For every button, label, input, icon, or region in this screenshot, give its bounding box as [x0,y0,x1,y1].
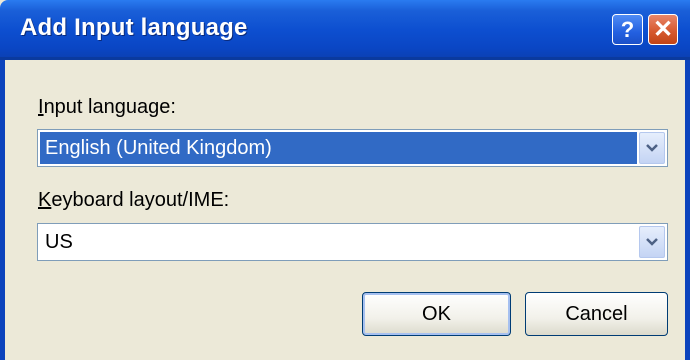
help-button[interactable]: ? [612,14,643,45]
add-input-language-dialog: Add Input language ? ✕ Input language: E… [0,0,690,360]
input-language-value: English (United Kingdom) [40,132,637,164]
input-language-label-text: nput language: [43,96,176,118]
help-icon: ? [620,16,635,42]
dialog-title: Add Input language [20,14,248,41]
close-icon: ✕ [652,16,674,43]
keyboard-layout-combobox[interactable]: US [37,223,668,261]
cancel-button[interactable]: Cancel [525,292,668,336]
keyboard-layout-label: Keyboard layout/IME: [38,189,230,211]
keyboard-layout-value: US [45,230,73,253]
title-bar[interactable]: Add Input language ? ✕ [0,0,690,60]
keyboard-layout-label-text: eyboard layout/IME: [51,189,230,211]
chevron-down-icon [646,144,658,152]
input-language-combobox[interactable]: English (United Kingdom) [37,129,668,167]
close-button[interactable]: ✕ [648,14,678,45]
keyboard-layout-dropdown-button[interactable] [639,226,665,258]
input-language-label: Input language: [38,96,176,118]
window-border-left [0,60,5,360]
input-language-dropdown-button[interactable] [639,132,665,164]
window-border-right [685,60,690,360]
chevron-down-icon [646,238,658,246]
ok-button[interactable]: OK [362,292,511,336]
